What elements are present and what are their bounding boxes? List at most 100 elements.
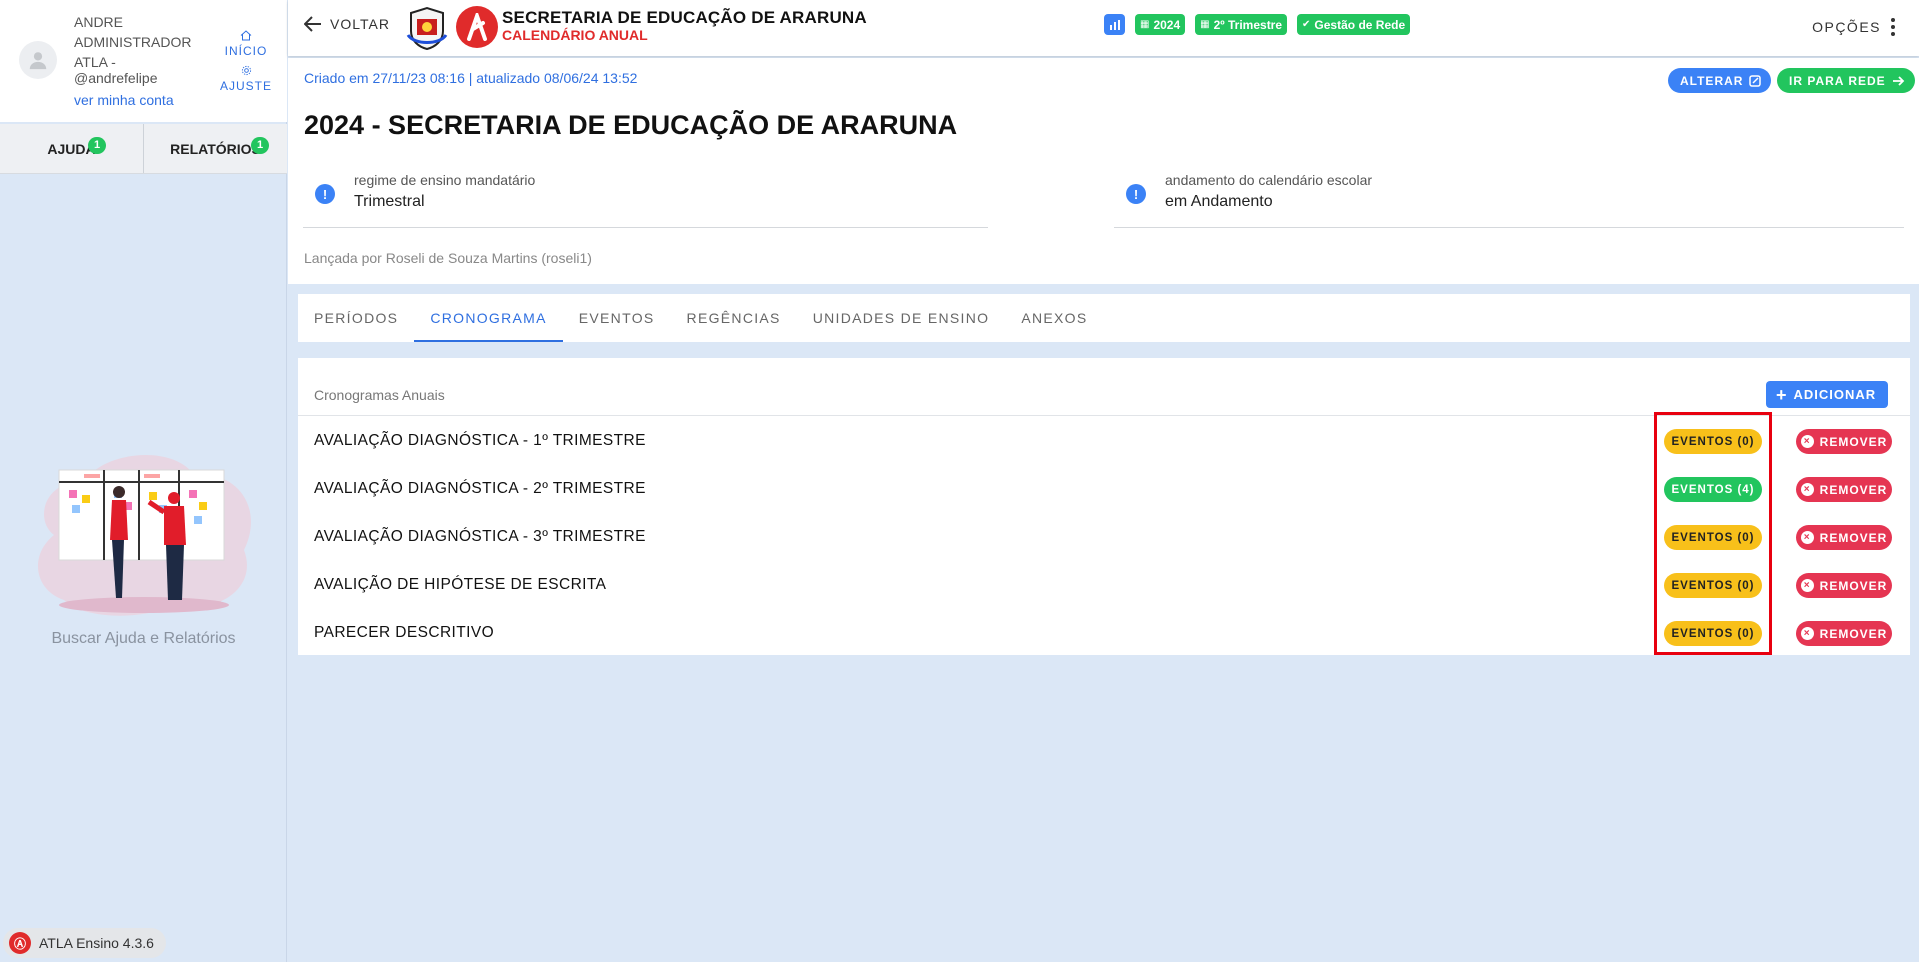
teaching-regime-field: ! regime de ensino mandatário Trimestral [303,168,988,228]
ajuda-count-badge: 1 [88,137,106,154]
user-handle: @andrefelipe [74,70,158,86]
calendar-icon: ▦ [1140,19,1150,30]
remove-label: REMOVER [1819,626,1888,641]
remove-button[interactable]: × REMOVER [1796,573,1892,598]
schedule-name: AVALIAÇÃO DIAGNÓSTICA - 3º TRIMESTRE [314,528,646,545]
close-circle-icon: × [1800,435,1814,448]
close-circle-icon: × [1800,627,1814,640]
teaching-regime-label: regime de ensino mandatário [354,172,536,188]
stats-chip[interactable] [1104,14,1125,35]
remove-button[interactable]: × REMOVER [1796,525,1892,550]
tab-ajuda[interactable]: AJUDA 1 [0,124,143,173]
remove-label: REMOVER [1819,578,1888,593]
remove-label: REMOVER [1819,530,1888,545]
plus-icon: + [1776,384,1788,405]
add-schedule-label: ADICIONAR [1793,387,1877,402]
go-to-network-label: IR PARA REDE [1789,73,1886,88]
user-name: ANDRE ADMINISTRADOR ATLA - [74,14,192,70]
schedule-name: AVALIÇÃO DE HIPÓTESE DE ESCRITA [314,576,607,593]
close-circle-icon: × [1800,483,1814,496]
management-chip-label: Gestão de Rede [1314,17,1406,32]
calendar-tabs: PERÍODOS CRONOGRAMA EVENTOS REGÊNCIAS UN… [298,294,1910,342]
page-title: 2024 - SECRETARIA DE EDUCAÇÃO DE ARARUNA [304,110,958,140]
home-link-label: INÍCIO [224,44,268,58]
topbar: VOLTAR SECRETARIA DE EDUCAÇÃO DE ARARUNA… [288,0,1919,56]
settings-link[interactable]: AJUSTE [214,65,278,93]
options-label: OPÇÕES [1812,19,1881,35]
schedule-name: PARECER DESCRITIVO [314,624,495,641]
arrow-right-icon [1892,75,1904,86]
year-chip-label: 2024 [1153,17,1181,32]
header-subtitle: CALENDÁRIO ANUAL [502,27,648,43]
info-icon[interactable]: ! [1126,184,1146,204]
city-crest-icon [406,6,448,51]
back-label: VOLTAR [330,16,390,32]
header-title: SECRETARIA DE EDUCAÇÃO DE ARARUNA [502,8,867,27]
gear-icon [241,65,251,76]
calendar-info-panel: Criado em 27/11/23 08:16 | atualizado 08… [288,58,1919,284]
schedules-title: Cronogramas Anuais [314,387,445,403]
remove-label: REMOVER [1819,482,1888,497]
atla-logo-icon [467,13,487,41]
tab-anexos[interactable]: ANEXOS [1005,294,1103,342]
tab-cronograma[interactable]: CRONOGRAMA [414,294,564,342]
close-circle-icon: × [1800,579,1814,592]
back-button[interactable]: VOLTAR [304,16,390,32]
remove-button[interactable]: × REMOVER [1796,621,1892,646]
tab-unidades-de-ensino[interactable]: UNIDADES DE ENSINO [797,294,1006,342]
atla-brand-logo [456,6,498,48]
period-chip[interactable]: ▦ 2º Trimestre [1195,14,1288,35]
options-menu[interactable]: OPÇÕES [1812,18,1895,36]
calendar-progress-value: em Andamento [1165,193,1273,210]
help-caption: Buscar Ajuda e Relatórios [51,630,236,647]
posted-by: Lançada por Roseli de Souza Martins (ros… [304,250,592,266]
alter-button-label: ALTERAR [1680,73,1744,88]
close-circle-icon: × [1800,531,1814,544]
period-chip-label: 2º Trimestre [1213,17,1283,32]
events-column-highlight [1654,412,1772,655]
schedules-header: Cronogramas Anuais + ADICIONAR [298,358,1910,416]
info-icon[interactable]: ! [315,184,335,204]
remove-label: REMOVER [1819,434,1888,449]
created-updated-meta: Criado em 27/11/23 08:16 | atualizado 08… [304,70,638,86]
help-illustration [37,455,251,616]
user-icon [29,52,47,70]
tab-eventos[interactable]: EVENTOS [563,294,671,342]
user-box: ANDRE ADMINISTRADOR ATLA - @andrefelipe … [0,0,287,122]
side-links: INÍCIO AJUSTE [214,30,278,100]
version-label: ATLA Ensino 4.3.6 [39,935,154,951]
alter-button[interactable]: ALTERAR [1668,68,1772,93]
remove-button[interactable]: × REMOVER [1796,477,1892,502]
schedule-name: AVALIAÇÃO DIAGNÓSTICA - 1º TRIMESTRE [314,432,646,449]
tab-regencias[interactable]: REGÊNCIAS [671,294,797,342]
edit-icon [1749,74,1762,87]
calendar-progress-label: andamento do calendário escolar [1165,172,1373,188]
account-link[interactable]: ver minha conta [74,92,174,108]
management-chip[interactable]: ✔ Gestão de Rede [1297,14,1411,35]
remove-button[interactable]: × REMOVER [1796,429,1892,454]
atla-logo-icon: Ⓐ [9,932,31,954]
help-tabs: AJUDA 1 RELATÓRIOS 1 [0,124,287,174]
sidebar: ANDRE ADMINISTRADOR ATLA - @andrefelipe … [0,0,287,962]
calendar-progress-field: ! andamento do calendário escolar em And… [1114,168,1904,228]
arrow-left-icon [304,16,321,32]
settings-link-label: AJUSTE [219,79,272,93]
year-chip[interactable]: ▦ 2024 [1135,14,1186,35]
schedule-name: AVALIAÇÃO DIAGNÓSTICA - 2º TRIMESTRE [314,480,646,497]
home-link[interactable]: INÍCIO [214,30,278,58]
teaching-regime-value: Trimestral [354,193,425,210]
calendar-icon: ▦ [1200,19,1210,30]
add-schedule-button[interactable]: + ADICIONAR [1766,381,1889,408]
go-to-network-button[interactable]: IR PARA REDE [1777,68,1915,93]
more-vertical-icon [1891,18,1895,36]
check-circle-icon: ✔ [1302,19,1311,30]
bar-chart-icon [1109,19,1120,30]
tab-periodos[interactable]: PERÍODOS [298,294,414,342]
home-icon [240,30,252,41]
version-pill[interactable]: Ⓐ ATLA Ensino 4.3.6 [3,928,166,958]
tab-relatorios[interactable]: RELATÓRIOS 1 [143,124,287,173]
header-chips: ▦ 2024 ▦ 2º Trimestre ✔ Gestão de Rede [1104,14,1420,35]
tab-relatorios-label: RELATÓRIOS [170,140,261,157]
avatar[interactable] [19,41,57,79]
relatorios-count-badge: 1 [251,137,269,154]
